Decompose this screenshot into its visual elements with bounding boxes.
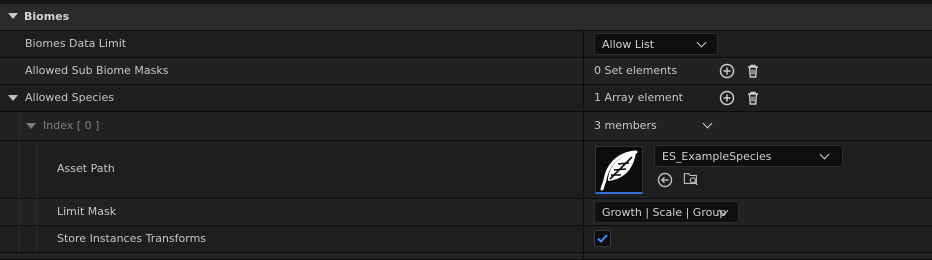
allowed-sub-biome-masks-value: 0 Set elements [594,64,678,77]
column-divider [583,141,584,198]
biomes-data-limit-value: Allow List [602,38,655,51]
allowed-species-value: 1 Array element [594,91,683,104]
limit-mask-dropdown[interactable]: Growth | Scale | Group [594,201,739,223]
column-divider [583,112,584,140]
arrow-left-circle-icon[interactable] [657,172,673,188]
row-allowed-species[interactable]: Allowed Species 1 Array element [0,85,932,112]
chevron-down-icon [819,149,830,160]
details-panel: Biomes Biomes Data Limit Allow List Allo… [0,0,932,260]
indent-guide [36,199,38,225]
category-header-biomes[interactable]: Biomes [0,0,932,31]
row-store-instances-transforms: Store Instances Transforms [0,226,932,253]
column-divider [583,253,584,259]
indent-guide [18,199,20,225]
indent-guide [18,112,20,140]
expand-arrow-icon[interactable] [26,123,36,129]
store-instances-transforms-label: Store Instances Transforms [57,232,207,245]
row-biomes-data-limit: Biomes Data Limit Allow List [0,31,932,58]
asset-path-label: Asset Path [57,162,115,175]
trash-icon[interactable] [745,90,761,106]
plus-circle-icon[interactable] [719,63,735,79]
row-index-0[interactable]: Index [ 0 ] 3 members [0,112,932,141]
asset-thumbnail[interactable] [595,146,643,194]
row-partial [0,253,932,260]
store-instances-transforms-checkbox[interactable] [594,230,611,247]
checkmark-icon [597,234,608,243]
trash-icon[interactable] [745,63,761,79]
limit-mask-label: Limit Mask [57,205,117,218]
indent-guide [36,141,38,198]
chevron-down-icon [696,37,707,48]
feather-icon [600,150,638,191]
indent-guide [18,226,20,252]
asset-path-value: ES_ExampleSpecies [662,150,772,163]
indent-guide [18,253,20,259]
column-divider [583,85,584,111]
row-asset-path: Asset Path ES_ExampleSpecies [0,141,932,199]
plus-circle-icon[interactable] [719,90,735,106]
asset-path-dropdown[interactable]: ES_ExampleSpecies [654,145,843,167]
row-allowed-sub-biome-masks: Allowed Sub Biome Masks 0 Set elements [0,58,932,85]
allowed-species-label: Allowed Species [25,91,114,104]
column-divider [583,31,584,57]
row-limit-mask: Limit Mask Growth | Scale | Group [0,199,932,226]
indent-guide [18,141,20,198]
biomes-data-limit-dropdown[interactable]: Allow List [594,33,718,55]
index-0-label: Index [ 0 ] [43,119,100,132]
column-divider [583,58,584,84]
limit-mask-value: Growth | Scale | Group [602,206,727,219]
column-divider [583,199,584,225]
indent-guide [36,226,38,252]
chevron-down-icon[interactable] [702,118,713,129]
biomes-data-limit-label: Biomes Data Limit [25,37,127,50]
expand-arrow-icon[interactable] [8,95,18,101]
column-divider [583,226,584,252]
expand-arrow-icon[interactable] [8,13,18,19]
allowed-sub-biome-masks-label: Allowed Sub Biome Masks [25,64,169,77]
category-title: Biomes [24,10,70,23]
folder-search-icon[interactable] [683,171,699,187]
index-0-value: 3 members [594,119,657,132]
